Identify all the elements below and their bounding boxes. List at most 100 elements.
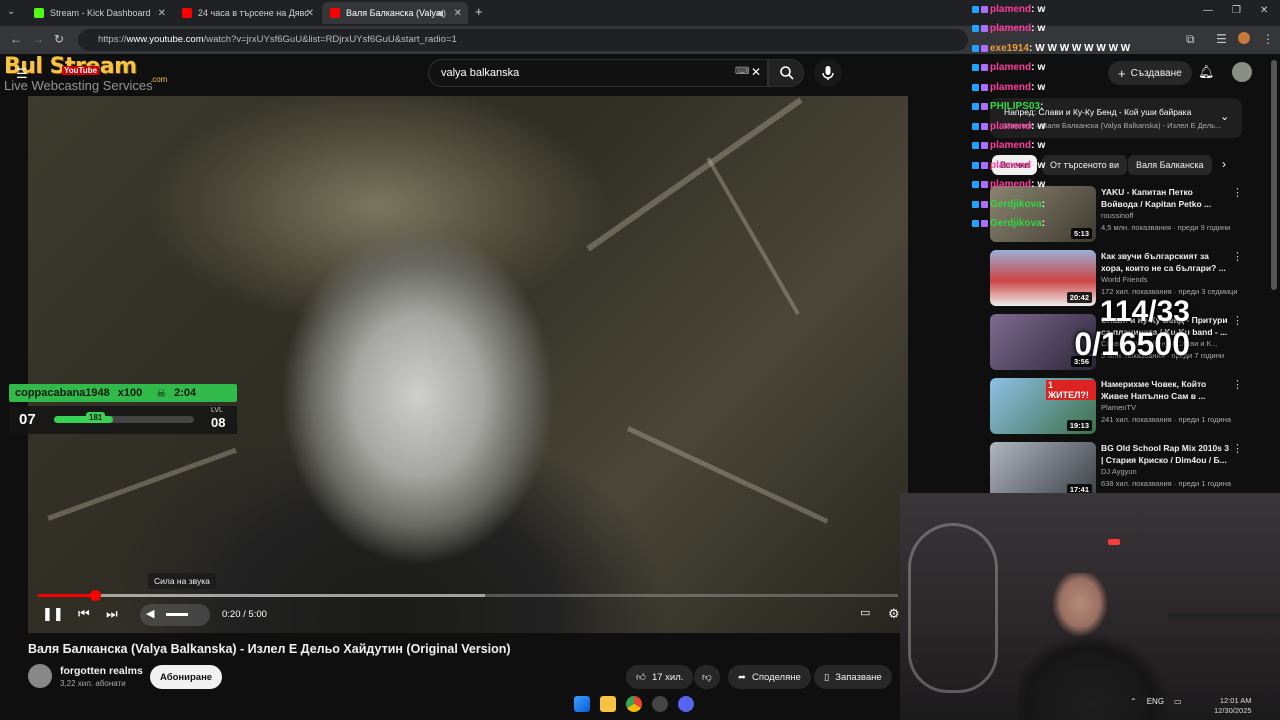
account-avatar[interactable]: [1232, 62, 1252, 82]
chat-text: w: [1037, 140, 1046, 151]
notifications-bell-icon[interactable]: 🔔︎: [1198, 64, 1215, 80]
hamburger-menu-icon[interactable]: ☰: [16, 66, 28, 82]
time-display: 0:20 / 5:00: [222, 609, 267, 620]
progress-played: [38, 594, 96, 597]
close-window-icon[interactable]: ✕: [1260, 5, 1268, 16]
logo-domain: .com: [150, 75, 168, 84]
more-options-icon[interactable]: ⋮: [1232, 186, 1243, 199]
chat-message: plamend :w: [972, 0, 1045, 18]
recommendation-item[interactable]: 1 ЖИТЕЛ?! 19:13 Намерихме Човек, Който Ж…: [990, 378, 1252, 434]
back-icon[interactable]: ←: [10, 32, 22, 46]
tab-search-icon[interactable]: ⌄: [7, 6, 15, 17]
reload-icon[interactable]: ↻: [54, 32, 64, 46]
like-button[interactable]: 👍︎ 17 хил.: [626, 665, 694, 689]
chat-badge-icon: [981, 5, 988, 13]
page-scrollbar[interactable]: [1271, 60, 1277, 290]
chat-badge-icon: [972, 161, 979, 169]
chevron-up-icon[interactable]: ⌃: [1130, 697, 1137, 706]
recommendation-title[interactable]: BG Old School Rap Mix 2010s 3 | Стария К…: [1101, 442, 1229, 466]
speaker-icon[interactable]: ◀): [436, 8, 446, 19]
chevron-down-icon[interactable]: ⌄: [1220, 110, 1229, 123]
close-icon[interactable]: ✕: [158, 8, 166, 19]
chat-badge-icon: [981, 161, 988, 169]
dislike-button[interactable]: 👎︎: [694, 665, 720, 689]
subscribe-button[interactable]: Абониране: [150, 665, 223, 689]
chat-badge-icon: [972, 64, 979, 71]
channel-avatar[interactable]: [28, 664, 52, 688]
recommendation-channel[interactable]: DJ Aygyun: [1101, 467, 1137, 476]
chat-badge-icon: [981, 181, 988, 188]
thumbnail-text: 1 ЖИТЕЛ?!: [1046, 380, 1096, 400]
more-options-icon[interactable]: ⋮: [1232, 378, 1243, 391]
captions-icon[interactable]: ▭: [860, 606, 870, 619]
share-button[interactable]: ➦ Споделяне: [728, 665, 811, 689]
chat-text: w: [1037, 81, 1046, 93]
recommendation-channel[interactable]: PlamenTV: [1101, 403, 1136, 412]
reading-list-icon[interactable]: ☰: [1216, 32, 1227, 46]
language-indicator[interactable]: ENG: [1147, 697, 1164, 706]
settings-gear-icon[interactable]: ⚙: [888, 606, 900, 622]
close-icon[interactable]: ✕: [306, 8, 314, 19]
previous-button[interactable]: ⏮︎: [78, 606, 90, 622]
chrome-icon[interactable]: [626, 696, 642, 712]
file-explorer-icon[interactable]: [600, 696, 616, 712]
keyboard-icon[interactable]: ⌨: [735, 66, 749, 77]
menu-icon[interactable]: ⋮: [1262, 32, 1274, 46]
discord-icon[interactable]: [678, 696, 694, 712]
more-options-icon[interactable]: ⋮: [1232, 314, 1243, 327]
next-button[interactable]: ⏭︎: [106, 606, 118, 622]
save-button[interactable]: ▯ Запазване: [814, 665, 892, 689]
video-thumbnail[interactable]: 1 ЖИТЕЛ?! 19:13: [990, 378, 1096, 434]
level-widget: coppacabana1948 x100 ☠ 2:04 07 181 LVL 0…: [9, 384, 237, 436]
profile-avatar[interactable]: [1238, 32, 1250, 44]
chat-username: exe1914: [990, 42, 1029, 54]
thumbs-down-icon: 👎︎: [702, 672, 712, 683]
video-player[interactable]: Сила на звука ❚❚ ⏮︎ ⏭︎ ◀ 0:20 / 5:00 ▭ ⚙: [28, 96, 908, 633]
tab-video-search[interactable]: 24 часа в търсене на Дяволск ✕: [174, 2, 320, 24]
clock-time: 12:01 AM: [1219, 696, 1252, 705]
chat-badge-icon: [981, 25, 988, 32]
url-field[interactable]: https://www.youtube.com/watch?v=jrxUYsf6…: [78, 29, 968, 51]
clear-search-icon[interactable]: ✕: [751, 65, 761, 79]
level-timer: 2:04: [174, 387, 197, 399]
video-thumbnail[interactable]: 17:41: [990, 442, 1096, 498]
volume-slider[interactable]: ◀: [140, 604, 210, 626]
search-input[interactable]: valya balkanska ⌨ ✕: [428, 59, 768, 87]
counter-line-1: 114/33: [1099, 295, 1190, 328]
pause-button[interactable]: ❚❚: [42, 606, 64, 622]
search-button[interactable]: [768, 59, 804, 87]
level-current: 07: [19, 411, 36, 428]
more-options-icon[interactable]: ⋮: [1232, 442, 1243, 455]
system-tray: ⌃ ENG ▭: [1130, 697, 1182, 706]
counter-line-2: 0/16500: [1074, 326, 1190, 362]
progress-bar[interactable]: [38, 590, 898, 601]
chat-text: w: [1037, 62, 1046, 73]
tab-label: Stream - Kick Dashboard: [50, 8, 151, 18]
channel-name[interactable]: forgotten realms: [60, 665, 143, 677]
forward-icon[interactable]: →: [32, 32, 44, 46]
recommendation-item[interactable]: 17:41 BG Old School Rap Mix 2010s 3 | Ст…: [990, 442, 1252, 498]
tab-label: 24 часа в търсене на Дяволск: [198, 8, 308, 18]
search-value: valya balkanska: [441, 67, 520, 79]
recommendation-title[interactable]: Намерихме Човек, Който Живее Напълно Сам…: [1101, 378, 1229, 402]
new-tab-button[interactable]: +: [475, 4, 483, 19]
close-icon[interactable]: ✕: [454, 8, 462, 19]
skull-icon: ☠: [156, 387, 167, 400]
tab-current-video[interactable]: Валя Балканска (Valya Balk ◀) ✕: [322, 2, 468, 24]
chat-message: plamend :w: [972, 176, 1045, 194]
clock[interactable]: 12:01 AM 12/30/2025: [1214, 696, 1252, 716]
chevron-right-icon[interactable]: ›: [1222, 157, 1226, 171]
network-icon[interactable]: ▭: [1174, 697, 1182, 706]
volume-tooltip: Сила на звука: [148, 573, 216, 589]
stream-chat-overlay: plamend : w plamend : w exe1914 :W W W W W W…: [972, 0, 1192, 260]
tab-kick-dashboard[interactable]: Stream - Kick Dashboard ✕: [26, 2, 172, 24]
recommendation-channel[interactable]: World Friends: [1101, 275, 1148, 284]
maximize-icon[interactable]: ❐: [1232, 5, 1241, 16]
volume-icon[interactable]: ◀: [146, 607, 154, 620]
obs-icon[interactable]: [652, 696, 668, 712]
more-options-icon[interactable]: ⋮: [1232, 250, 1243, 263]
windows-start-icon[interactable]: [574, 696, 590, 712]
minimize-icon[interactable]: —: [1203, 5, 1213, 16]
tab-label: Валя Балканска (Valya Balk: [346, 8, 444, 18]
voice-search-button[interactable]: [814, 59, 842, 87]
